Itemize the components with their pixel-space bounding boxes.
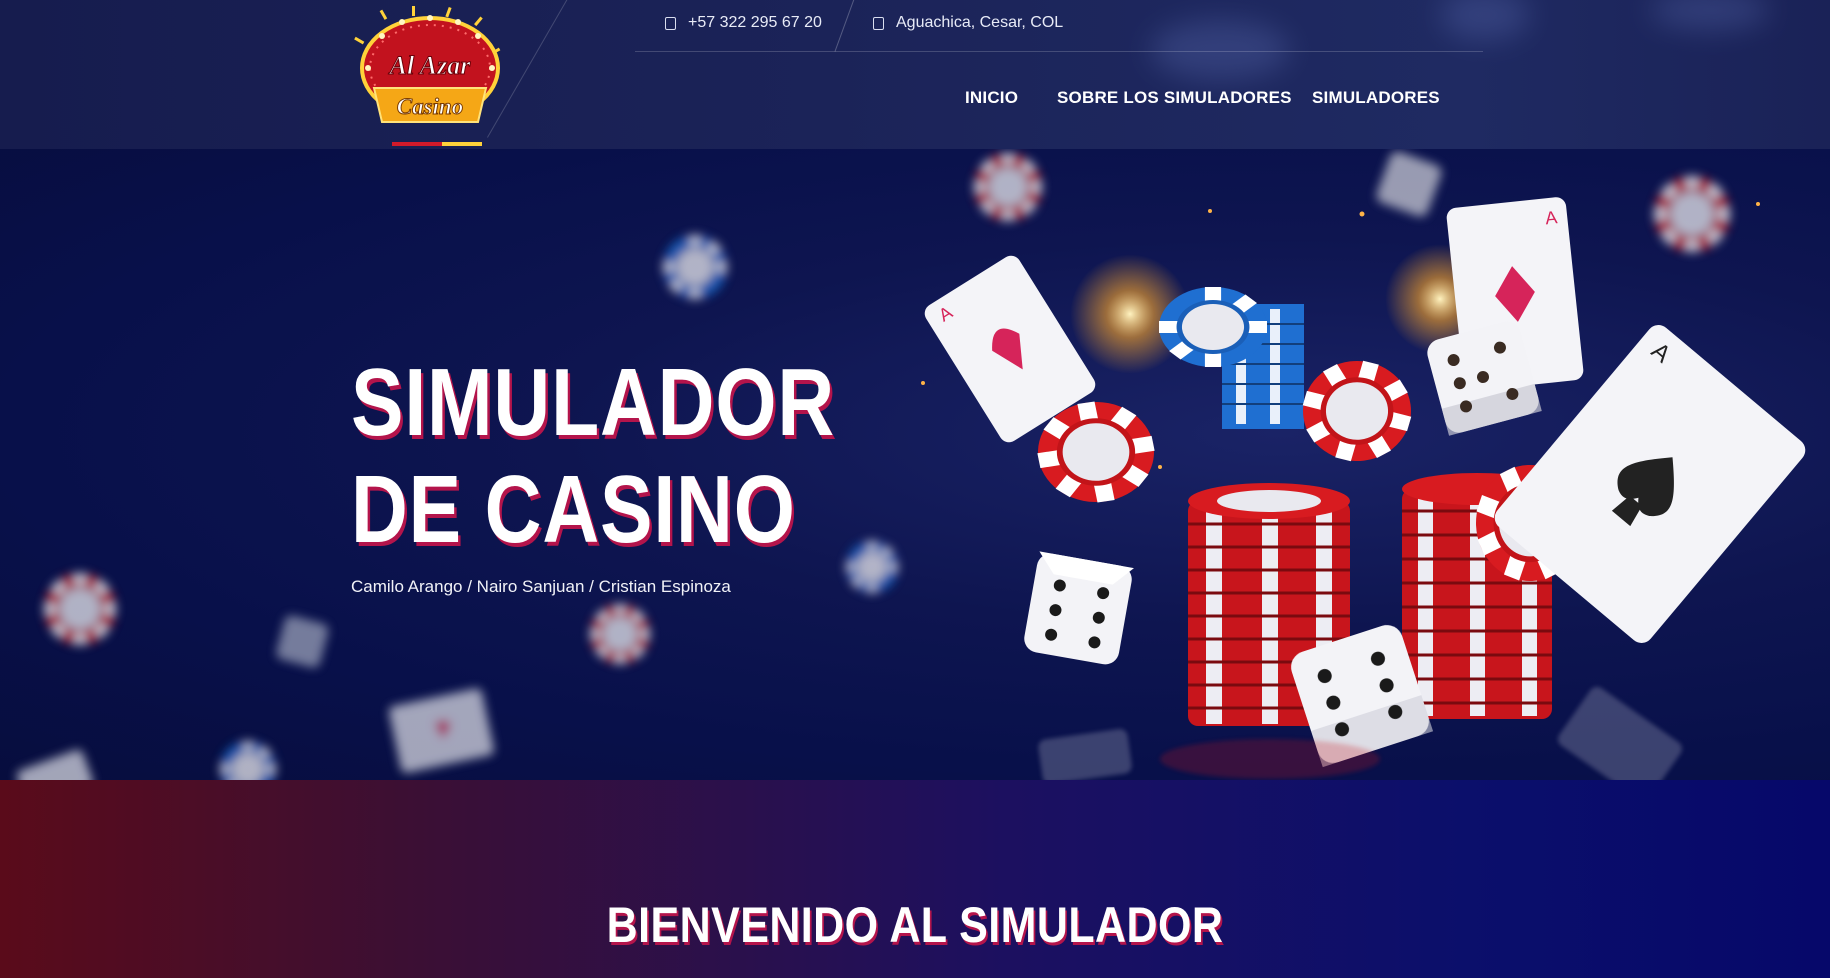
nav-item-simuladores[interactable]: SIMULADORES <box>1312 88 1440 108</box>
hero-title: SIMULADOR DE CASINO <box>351 349 836 563</box>
nav-item-inicio[interactable]: INICIO <box>965 88 1018 108</box>
hero-section: A A A SIMULADOR DE CASINO Camilo Arango … <box>0 149 1830 780</box>
phone-icon <box>665 16 676 30</box>
header-rule <box>635 51 1483 52</box>
site-logo[interactable]: Al Azar Casino <box>352 6 507 148</box>
casino-illustration: A A A <box>16 151 1806 780</box>
logo-badge: Al Azar Casino <box>354 6 501 146</box>
address-text: Aguachica, Cesar, COL <box>896 14 1064 31</box>
header-bokeh <box>1650 0 1770 30</box>
phone-text: +57 322 295 67 20 <box>688 14 822 31</box>
contact-address: Aguachica, Cesar, COL <box>873 14 1063 32</box>
logo-line1: Al Azar <box>388 51 472 80</box>
logo-line2: Casino <box>397 94 463 119</box>
nav-item-sobre-los-simuladores[interactable]: SOBRE LOS SIMULADORES <box>1057 88 1292 108</box>
welcome-section: BIENVENIDO AL SIMULADOR <box>0 780 1830 978</box>
site-header: Al Azar Casino +57 322 295 67 20 Aguachi… <box>0 0 1830 149</box>
welcome-heading: BIENVENIDO AL SIMULADOR <box>606 897 1224 953</box>
header-bokeh <box>1150 20 1290 80</box>
header-divider <box>834 0 856 52</box>
contact-phone[interactable]: +57 322 295 67 20 <box>665 14 822 32</box>
header-bokeh <box>1440 0 1530 40</box>
hero-authors: Camilo Arango / Nairo Sanjuan / Cristian… <box>351 577 731 596</box>
location-icon <box>873 16 884 30</box>
svg-text:A: A <box>1544 207 1558 228</box>
